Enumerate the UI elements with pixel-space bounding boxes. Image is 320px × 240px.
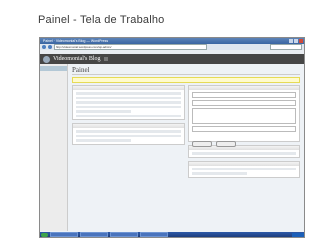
widget-row <box>76 130 181 133</box>
wp-header: Videomonial's Blog <box>40 54 304 64</box>
taskbar-item[interactable] <box>80 231 108 237</box>
widget-row <box>76 105 181 108</box>
url-field[interactable]: http://videomonial.wordpress.com/wp-admi… <box>54 44 207 50</box>
admin-sidebar <box>40 64 68 231</box>
view-site-button[interactable] <box>103 57 108 61</box>
stats-widget <box>187 160 300 178</box>
widget-row <box>76 110 132 113</box>
title-field[interactable] <box>191 92 296 98</box>
wp-body: Painel <box>40 64 304 231</box>
widget-row <box>191 167 296 170</box>
page-title: Painel <box>72 66 300 75</box>
slide-title: Painel - Tela de Trabalho <box>38 14 165 26</box>
recent-comments-widget <box>72 123 185 145</box>
close-icon[interactable] <box>299 39 303 43</box>
widget-row <box>76 96 181 99</box>
left-column <box>72 85 185 181</box>
widget-row <box>76 101 181 104</box>
quickpress-widget <box>187 85 300 147</box>
taskbar-item[interactable] <box>110 231 138 237</box>
right-column <box>187 85 300 181</box>
window-titlebar: Painel · Videomonial's Blog — WordPress <box>40 38 304 44</box>
widget-row <box>76 92 181 95</box>
dashboard-columns <box>72 85 300 181</box>
sidebar-item[interactable] <box>40 143 67 148</box>
right-now-widget <box>72 85 185 120</box>
taskbar-item[interactable] <box>50 231 78 237</box>
search-box[interactable] <box>270 44 302 50</box>
widget-row <box>191 172 247 175</box>
tags-field[interactable] <box>191 126 296 132</box>
window-title: Painel · Videomonial's Blog — WordPress <box>43 39 109 43</box>
screenshot-window: Painel · Videomonial's Blog — WordPress … <box>39 37 305 238</box>
widget-row <box>191 152 296 155</box>
wordpress-logo-icon[interactable] <box>43 55 50 63</box>
blog-title[interactable]: Videomonial's Blog <box>53 56 101 62</box>
update-notice <box>72 77 300 83</box>
start-button[interactable] <box>41 232 48 237</box>
minimize-icon[interactable] <box>289 39 293 43</box>
widget-header[interactable] <box>188 86 299 90</box>
system-tray <box>292 232 304 237</box>
forward-icon[interactable] <box>48 45 52 49</box>
windows-taskbar <box>40 231 304 237</box>
widget-header[interactable] <box>73 86 184 90</box>
back-icon[interactable] <box>42 45 46 49</box>
upload-field[interactable] <box>191 100 296 106</box>
widget-row <box>76 134 181 137</box>
window-controls <box>289 39 303 43</box>
publish-button[interactable] <box>215 141 236 147</box>
dashboard-main: Painel <box>68 64 304 231</box>
taskbar-item[interactable] <box>140 231 168 237</box>
widget-header[interactable] <box>73 124 184 128</box>
content-textarea[interactable] <box>191 108 296 124</box>
widget-row <box>76 139 132 142</box>
maximize-icon[interactable] <box>294 39 298 43</box>
save-draft-button[interactable] <box>191 141 212 147</box>
widget-row <box>76 114 181 117</box>
widget-header[interactable] <box>188 161 299 166</box>
button-row <box>191 134 297 147</box>
